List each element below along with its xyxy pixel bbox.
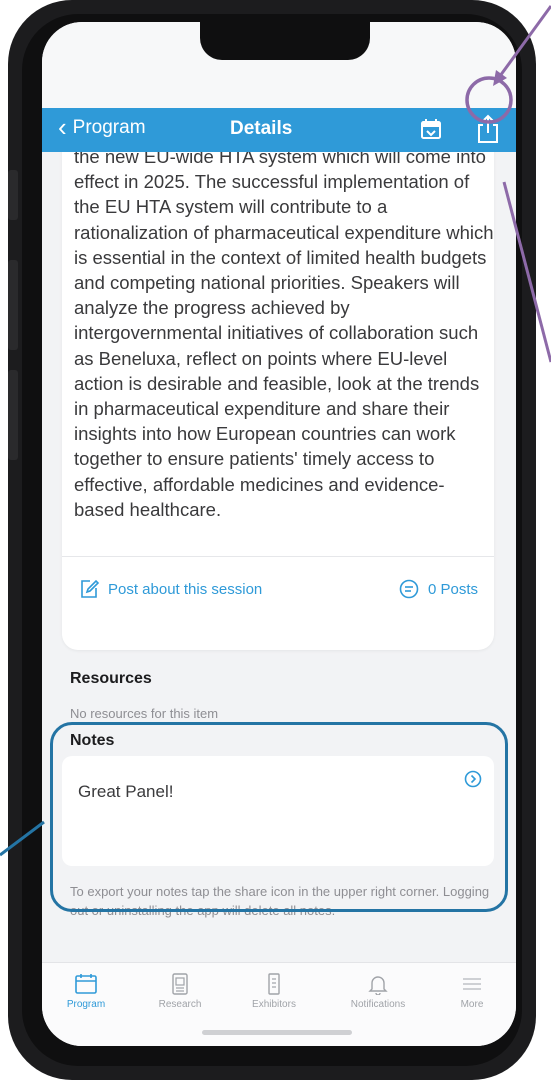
annotation-pointer-line xyxy=(502,181,551,363)
share-icon-highlight-circle xyxy=(465,76,513,124)
annotation-overlay xyxy=(0,5,551,857)
annotation-arrow-line xyxy=(498,5,551,77)
notes-annotation-pointer-line xyxy=(0,820,45,857)
